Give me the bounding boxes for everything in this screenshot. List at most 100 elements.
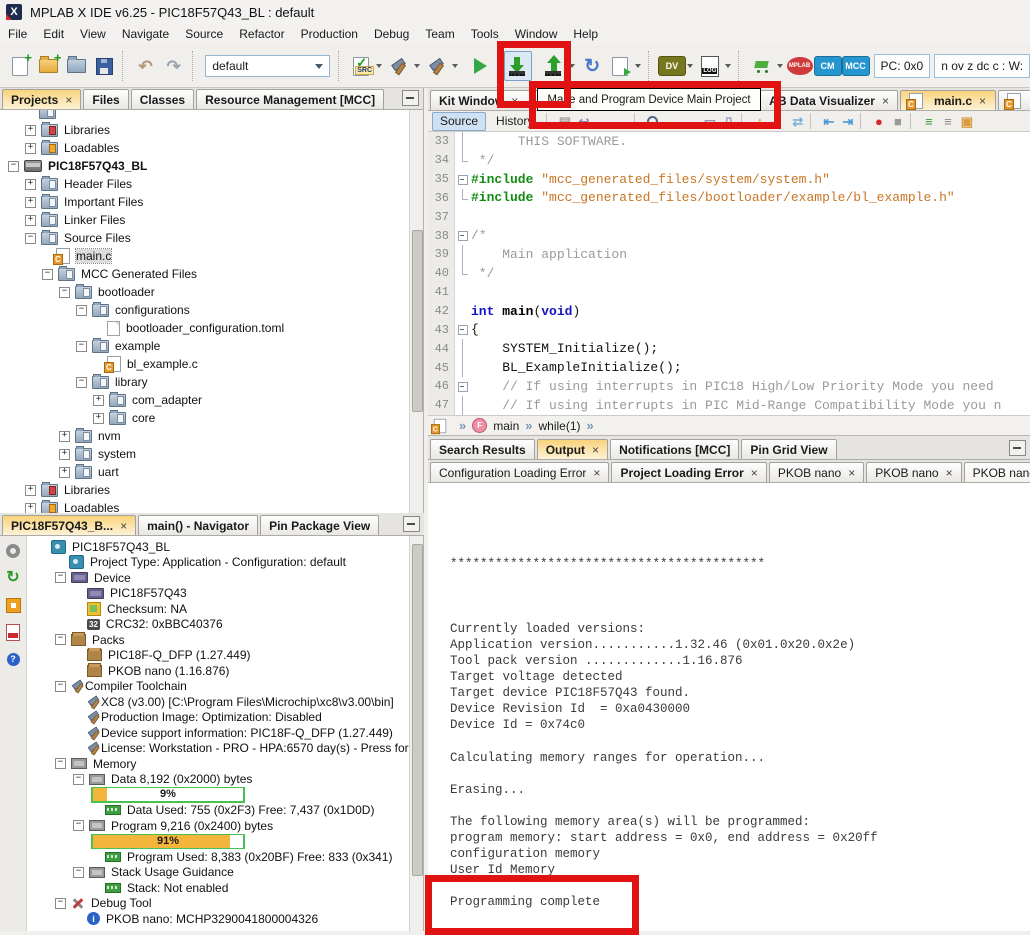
close-icon[interactable]: × (511, 94, 518, 108)
dashboard-row-program-9-216-0x2400-bytes[interactable]: −Program 9,216 (0x2400) bytes (27, 818, 423, 834)
tree-row-libraries[interactable]: +Libraries (0, 481, 423, 499)
generate-report-button[interactable] (4, 623, 22, 641)
read-device-memory-button[interactable] (541, 52, 567, 80)
toggle-comment-button[interactable]: ≡ (919, 112, 938, 130)
tree-row-core[interactable]: +core (0, 409, 423, 427)
dashboard-row-data-8-192-0x2000-bytes[interactable]: −Data 8,192 (0x2000) bytes (27, 772, 423, 788)
collapse-icon[interactable]: − (55, 758, 66, 769)
collapse-icon[interactable]: − (42, 269, 53, 280)
breadcrumb-while[interactable]: while(1) (538, 419, 580, 433)
dashboard-row-stack-not-enabled[interactable]: Stack: Not enabled (27, 880, 423, 896)
tree-row-nvm[interactable]: +nvm (0, 427, 423, 445)
mcc-button[interactable]: MCC (843, 52, 869, 80)
dropdown-caret-icon[interactable] (376, 64, 382, 68)
dashboard-row-pic18f-q-dfp-1-27-449[interactable]: PIC18F-Q_DFP (1.27.449) (27, 648, 423, 664)
tree-row-important-files[interactable]: +Important Files (0, 193, 423, 211)
tree-row-com-adapter[interactable]: +com_adapter (0, 391, 423, 409)
expand-icon[interactable]: + (25, 503, 36, 514)
run-project-button[interactable] (467, 52, 493, 80)
tab-pin-grid-view[interactable]: Pin Grid View (741, 439, 836, 459)
dashboard-row-data-used-755-0x2f3-free-7-437-0x1d0d[interactable]: Data Used: 755 (0x2F3) Free: 7,437 (0x1D… (27, 803, 423, 819)
close-icon[interactable]: × (65, 93, 72, 107)
expand-icon[interactable]: + (93, 395, 104, 406)
menu-source[interactable]: Source (177, 24, 231, 45)
collapse-icon[interactable]: − (25, 233, 36, 244)
previous-occurrence-button[interactable]: ← (662, 112, 681, 130)
subtab-configuration-loading-error[interactable]: Configuration Loading Error× (430, 462, 609, 482)
tab-main-c[interactable]: Cmain.c× (900, 90, 996, 110)
minimize-panel-button[interactable] (402, 90, 419, 106)
fold-margin-icon[interactable] (455, 320, 471, 339)
menu-window[interactable]: Window (507, 24, 566, 45)
collapse-icon[interactable]: − (73, 774, 84, 785)
print-button[interactable]: ▤ (555, 112, 574, 130)
collapse-icon[interactable]: − (55, 634, 66, 645)
dropdown-caret-icon[interactable] (687, 64, 693, 68)
close-icon[interactable]: × (751, 466, 758, 480)
tree-row-bl-example-c[interactable]: Cbl_example.c (0, 355, 423, 373)
dashboard-row-pkob-nano-mchp3290041800004326[interactable]: iPKOB nano: MCHP3290041800004326 (27, 911, 423, 927)
new-project-button[interactable] (35, 52, 61, 80)
previous-bookmark-button[interactable]: ↑ (750, 112, 769, 130)
find-button[interactable] (643, 112, 662, 130)
code-editor[interactable]: 33 THIS SOFTWARE.34 */35#include "mcc_ge… (428, 132, 1030, 415)
tree-row-linker-files[interactable]: +Linker Files (0, 211, 423, 229)
fold-margin-icon[interactable] (455, 377, 471, 396)
collapse-icon[interactable]: − (8, 161, 19, 172)
menu-debug[interactable]: Debug (366, 24, 417, 45)
redo-button[interactable]: ↷ (161, 52, 187, 80)
tree-row-bootloader[interactable]: −bootloader (0, 283, 423, 301)
close-icon[interactable]: × (848, 466, 855, 480)
tab-projects[interactable]: Projects× (2, 89, 81, 109)
output-console[interactable]: ****************************************… (428, 483, 1030, 931)
menu-edit[interactable]: Edit (35, 24, 72, 45)
close-icon[interactable]: × (592, 443, 599, 457)
dashboard-scrollbar[interactable] (409, 536, 423, 931)
project-properties-button[interactable] (4, 542, 22, 560)
subtab-pkob-nano[interactable]: PKOB nano× (964, 462, 1030, 482)
dashboard-row-pkob-nano-1-16-876[interactable]: PKOB nano (1.16.876) (27, 663, 423, 679)
collapse-icon[interactable]: − (73, 867, 84, 878)
collapse-icon[interactable]: − (55, 572, 66, 583)
collapse-icon[interactable]: − (76, 305, 87, 316)
expand-icon[interactable]: + (25, 215, 36, 226)
tree-row-main-c[interactable]: Cmain.c (0, 247, 423, 265)
expand-icon[interactable]: + (93, 413, 104, 424)
collapse-icon[interactable]: − (55, 898, 66, 909)
projects-tree-scrollbar[interactable] (409, 110, 423, 515)
expand-icon[interactable]: + (59, 431, 70, 442)
refresh-dashboard-button[interactable]: ↻ (4, 569, 22, 587)
tree-row-item[interactable] (0, 110, 423, 121)
minimize-panel-button[interactable] (403, 516, 420, 532)
menu-view[interactable]: View (72, 24, 114, 45)
select-in-projects-button[interactable]: ▭ (700, 112, 719, 130)
set-project-configuration-button[interactable]: ✓SRC (348, 52, 374, 80)
close-icon[interactable]: × (979, 94, 986, 108)
dashboard-tree[interactable]: PIC18F57Q43_BLProject Type: Application … (27, 536, 423, 931)
new-file-button[interactable] (7, 52, 33, 80)
dropdown-caret-icon[interactable] (414, 64, 420, 68)
subtab-pkob-nano[interactable]: PKOB nano× (769, 462, 864, 482)
dropdown-caret-icon[interactable] (777, 64, 783, 68)
tree-row-system[interactable]: +system (0, 445, 423, 463)
close-icon[interactable]: × (593, 466, 600, 480)
tab-system-c[interactable]: Csystem.c (998, 90, 1030, 110)
tree-row-configurations[interactable]: −configurations (0, 301, 423, 319)
shift-line-left-button[interactable]: ⇤ (819, 112, 838, 130)
tree-row-mcc-generated-files[interactable]: −MCC Generated Files (0, 265, 423, 283)
next-occurrence-button[interactable]: → (681, 112, 700, 130)
dashboard-row-debug-tool[interactable]: −Debug Tool (27, 896, 423, 912)
stop-macro-recording-button[interactable]: ■ (888, 112, 907, 130)
dashboard-row-91[interactable]: 91% (27, 834, 423, 850)
tab-main-navigator[interactable]: main() - Navigator (138, 515, 258, 535)
data-visualizer-button[interactable]: DV (659, 52, 685, 80)
close-icon[interactable]: × (946, 466, 953, 480)
dashboard-row-packs[interactable]: −Packs (27, 632, 423, 648)
last-edit-location-button[interactable]: ↩ (574, 112, 593, 130)
menu-refactor[interactable]: Refactor (231, 24, 292, 45)
fold-margin-icon[interactable] (455, 170, 471, 189)
dropdown-caret-icon[interactable] (452, 64, 458, 68)
scrollbar-thumb[interactable] (412, 230, 423, 412)
close-icon[interactable]: × (882, 94, 889, 108)
menu-production[interactable]: Production (293, 24, 366, 45)
